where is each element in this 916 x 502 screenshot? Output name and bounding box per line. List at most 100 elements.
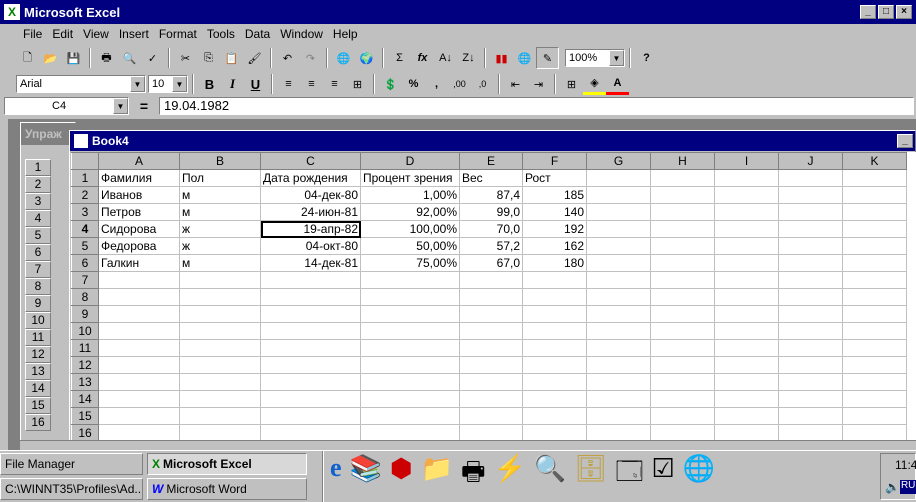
- folder-icon[interactable]: 📁: [421, 453, 453, 497]
- cell[interactable]: [778, 339, 843, 357]
- cell[interactable]: [522, 390, 587, 408]
- cut-icon[interactable]: ✂: [174, 47, 197, 69]
- cell[interactable]: [260, 305, 361, 323]
- cell[interactable]: [650, 356, 715, 374]
- cell[interactable]: [260, 424, 361, 440]
- cell[interactable]: [260, 288, 361, 306]
- row-header[interactable]: 11: [71, 339, 99, 357]
- background-row-header[interactable]: 2: [25, 176, 51, 193]
- row-header[interactable]: 16: [71, 424, 99, 440]
- cell[interactable]: [778, 254, 843, 272]
- cell[interactable]: [522, 356, 587, 374]
- cell[interactable]: 185: [522, 186, 587, 204]
- print-preview-icon[interactable]: 🔍: [118, 47, 141, 69]
- cell[interactable]: [360, 424, 460, 440]
- cell[interactable]: [522, 424, 587, 440]
- row-header[interactable]: 2: [71, 186, 99, 204]
- print-icon[interactable]: 🖶: [95, 47, 118, 69]
- cell[interactable]: [842, 186, 907, 204]
- chart-wizard-icon[interactable]: ▮▮: [490, 47, 513, 69]
- borders-icon[interactable]: ⊞: [560, 73, 583, 95]
- cell[interactable]: [714, 373, 779, 391]
- cell[interactable]: [714, 390, 779, 408]
- menu-edit[interactable]: Edit: [47, 27, 78, 41]
- cell[interactable]: [650, 254, 715, 272]
- column-header-h[interactable]: H: [650, 152, 715, 170]
- cell[interactable]: [179, 356, 261, 374]
- row-header[interactable]: 8: [71, 288, 99, 306]
- cell[interactable]: [459, 322, 523, 340]
- cell[interactable]: [586, 288, 651, 306]
- cell[interactable]: Иванов: [98, 186, 180, 204]
- cell[interactable]: [459, 271, 523, 289]
- cell[interactable]: [586, 254, 651, 272]
- undo-icon[interactable]: ↶: [276, 47, 299, 69]
- background-row-header[interactable]: 4: [25, 210, 51, 227]
- font-color-button[interactable]: A: [606, 73, 629, 95]
- cell[interactable]: [459, 288, 523, 306]
- internet-explorer-icon[interactable]: e: [330, 453, 342, 497]
- cell[interactable]: [260, 339, 361, 357]
- maximize-button[interactable]: □: [878, 5, 894, 19]
- speaker-icon[interactable]: 🔈: [885, 480, 900, 494]
- cell[interactable]: м: [179, 203, 261, 221]
- cell[interactable]: [586, 424, 651, 440]
- currency-icon[interactable]: 💲: [379, 73, 402, 95]
- printer-icon[interactable]: 🖶: [461, 453, 486, 497]
- percent-button[interactable]: %: [402, 73, 425, 95]
- cell[interactable]: Рост: [522, 169, 587, 187]
- cell[interactable]: [778, 390, 843, 408]
- cell[interactable]: [842, 424, 907, 440]
- increase-decimal-button[interactable]: ,00: [448, 73, 471, 95]
- taskbar-explorer[interactable]: C:\WINNT35\Profiles\Ad...: [0, 478, 143, 500]
- taskbar-file-manager[interactable]: File Manager: [0, 453, 143, 475]
- cell[interactable]: [459, 407, 523, 425]
- cell[interactable]: Вес: [459, 169, 523, 187]
- redo-icon[interactable]: ↷: [299, 47, 322, 69]
- row-header[interactable]: 6: [71, 254, 99, 272]
- cell[interactable]: [360, 271, 460, 289]
- cell[interactable]: 57,2: [459, 237, 523, 255]
- cell[interactable]: [586, 169, 651, 187]
- cell[interactable]: [179, 373, 261, 391]
- cell[interactable]: [179, 305, 261, 323]
- chevron-down-icon[interactable]: ▼: [172, 76, 187, 92]
- font-box[interactable]: Arial ▼: [16, 75, 146, 93]
- web-toolbar-icon[interactable]: 🌍: [355, 47, 378, 69]
- row-header[interactable]: 7: [71, 271, 99, 289]
- cell[interactable]: 180: [522, 254, 587, 272]
- menu-file[interactable]: File: [18, 27, 47, 41]
- align-left-icon[interactable]: ≡: [277, 73, 300, 95]
- minimize-button[interactable]: _: [860, 5, 876, 19]
- cell[interactable]: [360, 288, 460, 306]
- cabinet-icon[interactable]: 🗄: [574, 453, 607, 497]
- menu-window[interactable]: Window: [275, 27, 328, 41]
- cell[interactable]: [360, 339, 460, 357]
- save-icon[interactable]: 💾: [62, 47, 85, 69]
- cell[interactable]: [650, 305, 715, 323]
- cell[interactable]: [650, 390, 715, 408]
- background-row-header[interactable]: 16: [25, 414, 51, 431]
- cell[interactable]: Галкин: [98, 254, 180, 272]
- cell[interactable]: [650, 220, 715, 238]
- hyperlink-icon[interactable]: 🌐: [332, 47, 355, 69]
- cell[interactable]: Дата рождения: [260, 169, 361, 187]
- cell[interactable]: м: [179, 254, 261, 272]
- cell[interactable]: [260, 322, 361, 340]
- lightning-icon[interactable]: ⚡: [494, 453, 526, 497]
- cell[interactable]: [778, 424, 843, 440]
- cell[interactable]: [260, 271, 361, 289]
- cell[interactable]: [778, 407, 843, 425]
- close-button[interactable]: ×: [896, 5, 912, 19]
- background-workbook[interactable]: Упраж 1 2 3 4 5 6 7 8 9 10 11 12 13 14 15 16: [20, 122, 76, 450]
- column-header-i[interactable]: I: [714, 152, 779, 170]
- cell[interactable]: [842, 254, 907, 272]
- cell[interactable]: [842, 305, 907, 323]
- taskbar-excel[interactable]: X Microsoft Excel: [147, 453, 307, 475]
- cell[interactable]: [98, 407, 180, 425]
- cell[interactable]: [714, 424, 779, 440]
- cell[interactable]: [714, 169, 779, 187]
- increase-indent-icon[interactable]: ⇥: [527, 73, 550, 95]
- cell[interactable]: 70,0: [459, 220, 523, 238]
- row-header[interactable]: 9: [71, 305, 99, 323]
